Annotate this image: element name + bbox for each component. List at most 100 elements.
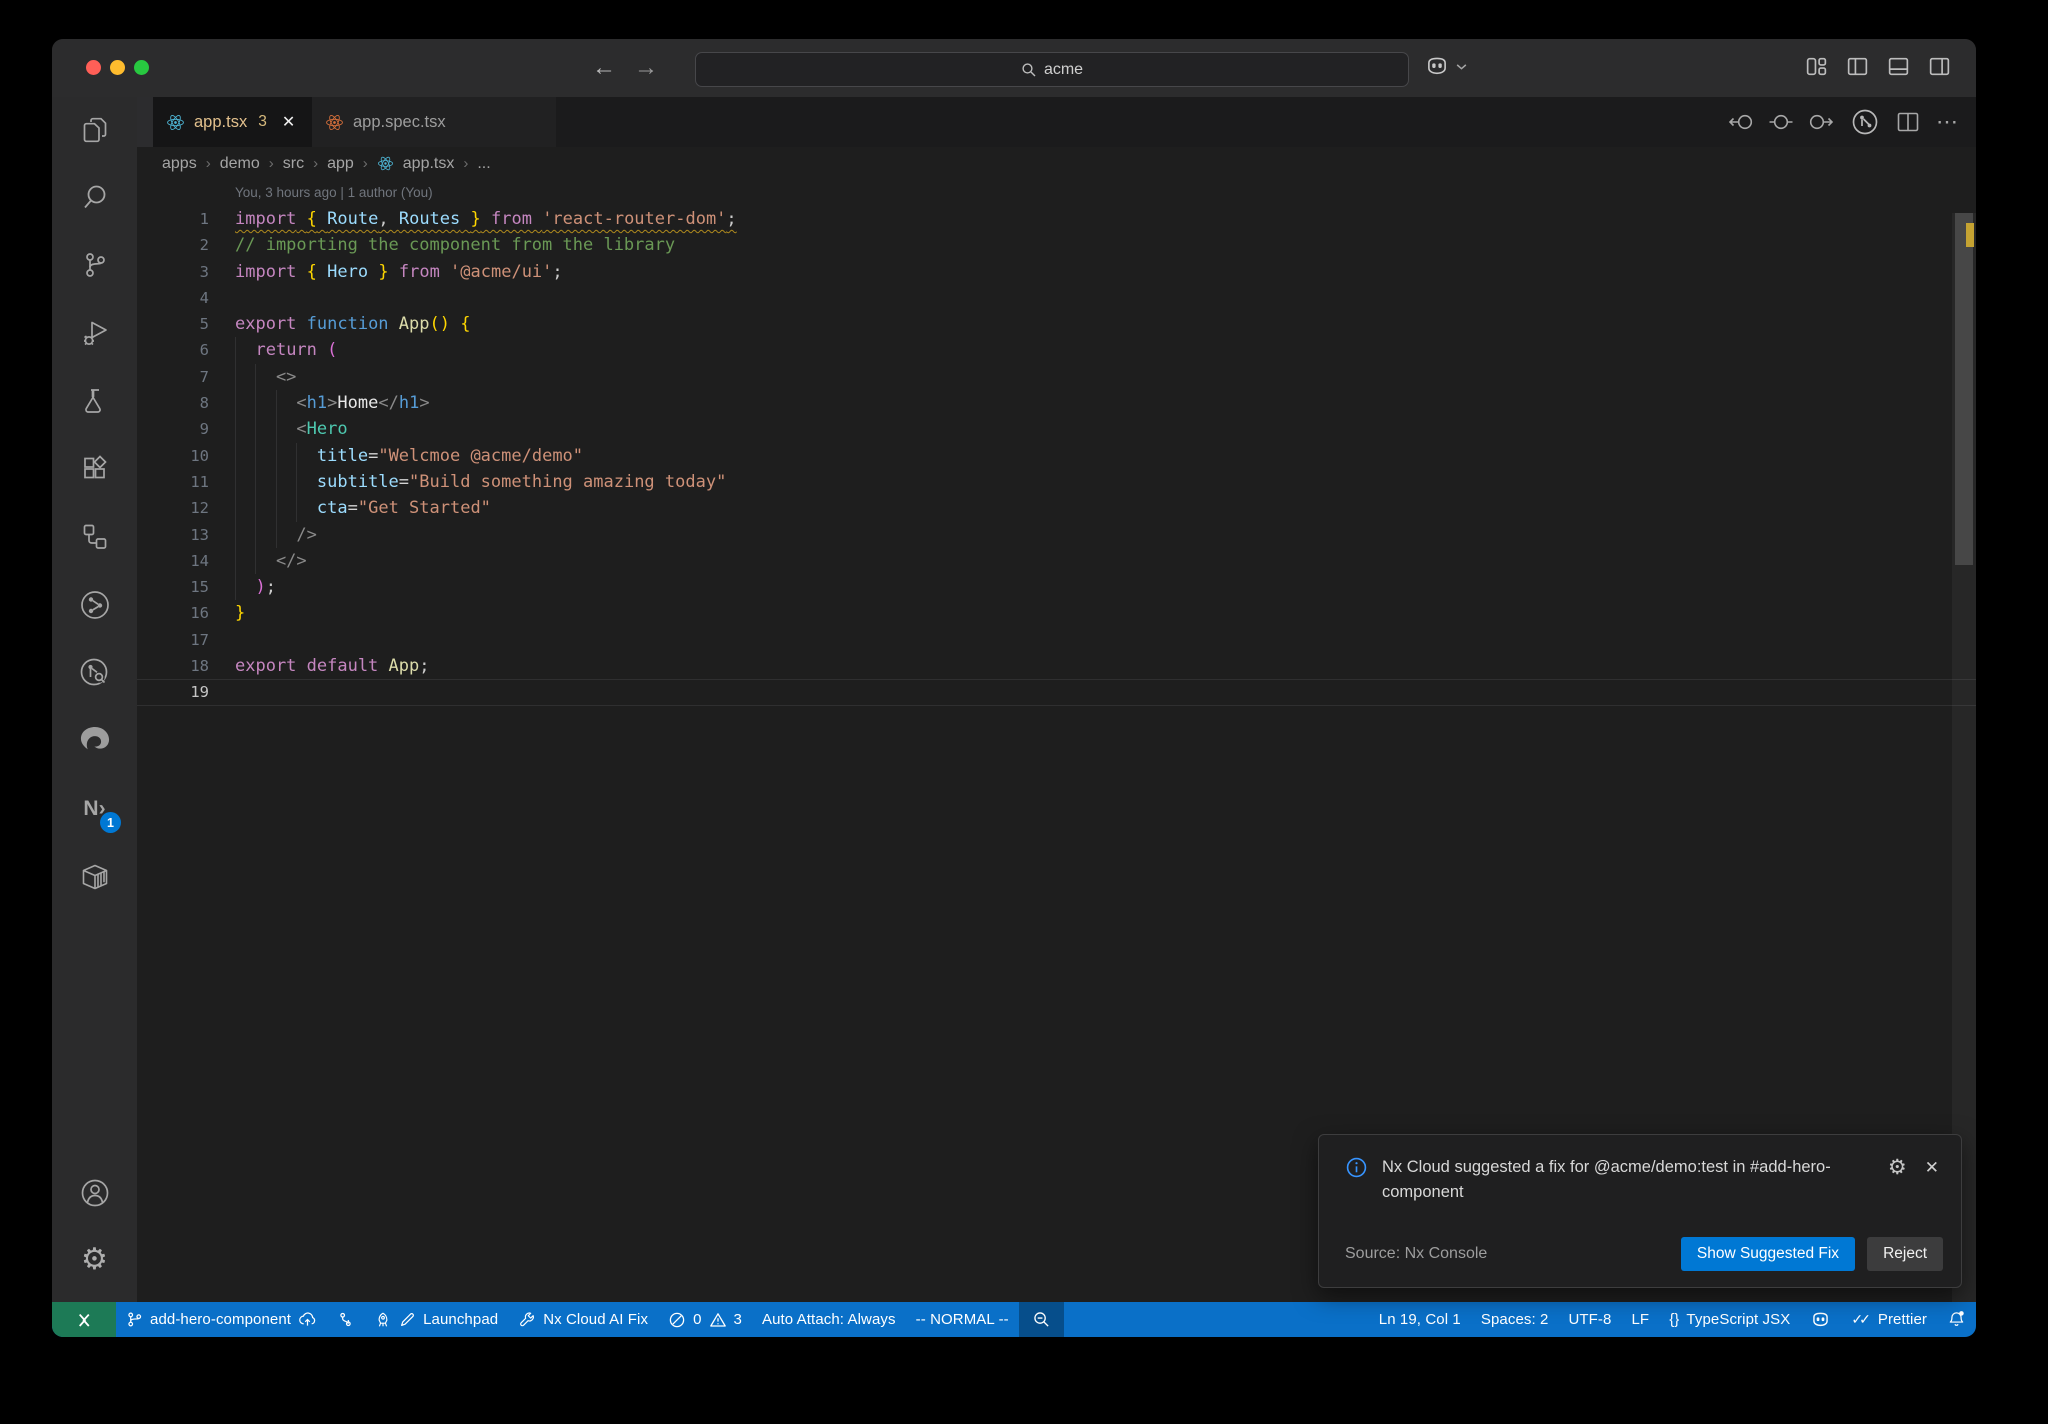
tab-app-spec-tsx[interactable]: app.spec.tsx — [312, 97, 556, 147]
sidebar-item-search[interactable] — [52, 163, 137, 231]
account-icon — [79, 1177, 111, 1209]
indent-guide — [255, 521, 257, 548]
vim-mode-status[interactable]: -- NORMAL -- — [906, 1302, 1019, 1337]
bell-icon — [1947, 1310, 1966, 1329]
code-content: } — [235, 603, 246, 624]
formatter-status[interactable]: ✓✓ Prettier — [1841, 1302, 1937, 1337]
indent-guide — [255, 468, 257, 496]
nav-dot-circle-icon[interactable] — [1768, 109, 1794, 135]
files-icon — [79, 114, 111, 146]
history-back-button[interactable]: ← — [592, 54, 616, 82]
sidebar-item-nx-console[interactable]: N› 1 — [52, 775, 137, 843]
toggle-secondary-sidebar-icon[interactable] — [1927, 54, 1952, 79]
sidebar-item-run-debug[interactable] — [52, 299, 137, 367]
sidebar-item-nx-cloud[interactable] — [52, 639, 137, 707]
toggle-panel-icon[interactable] — [1886, 54, 1911, 79]
indent-guide — [275, 442, 277, 469]
indent-guide — [235, 521, 236, 548]
minimize-window-button[interactable] — [110, 60, 125, 75]
remote-indicator[interactable] — [52, 1302, 116, 1337]
code-line-14[interactable]: 14 </> — [137, 547, 1976, 575]
cursor-position-status[interactable]: Ln 19, Col 1 — [1369, 1302, 1471, 1337]
sidebar-item-nx-graph[interactable] — [52, 571, 137, 639]
settings-button[interactable]: ⚙ — [52, 1226, 137, 1294]
editor-actions: ⋯ — [1727, 105, 1958, 139]
code-line-10[interactable]: 10 title="Welcmoe @acme/demo" — [137, 442, 1976, 469]
code-line-16[interactable]: 16} — [137, 600, 1976, 626]
warning-icon — [709, 1311, 727, 1329]
line-number: 2 — [199, 236, 209, 255]
git-branch-status[interactable]: add-hero-component — [116, 1302, 327, 1337]
show-suggested-fix-button[interactable]: Show Suggested Fix — [1680, 1237, 1856, 1271]
auto-attach-status[interactable]: Auto Attach: Always — [752, 1302, 906, 1337]
language-mode-status[interactable]: {} TypeScript JSX — [1659, 1302, 1800, 1337]
notifications-status[interactable] — [1937, 1302, 1976, 1337]
copilot-menu[interactable] — [1424, 53, 1468, 79]
git-graph-status[interactable] — [327, 1302, 364, 1337]
toggle-primary-sidebar-icon[interactable] — [1845, 54, 1870, 79]
sidebar-item-testing[interactable] — [52, 367, 137, 435]
breadcrumb-item[interactable]: src — [283, 155, 304, 173]
run-graph-circle-icon[interactable] — [1850, 107, 1880, 137]
code-line-11[interactable]: 11 subtitle="Build something amazing tod… — [137, 468, 1976, 496]
breadcrumb-overflow[interactable]: ... — [477, 155, 490, 173]
code-line-15[interactable]: 15 ); — [137, 574, 1976, 601]
code-line-6[interactable]: 6 return ( — [137, 337, 1976, 364]
sidebar-item-source-control[interactable] — [52, 231, 137, 299]
close-window-button[interactable] — [86, 60, 101, 75]
command-center-search[interactable]: acme — [695, 52, 1409, 87]
nav-back-circle-icon[interactable] — [1727, 109, 1753, 135]
code-line-5[interactable]: 5 export function App() { — [137, 311, 1976, 337]
breadcrumb-file[interactable]: app.tsx — [403, 155, 455, 173]
eol-status[interactable]: LF — [1621, 1302, 1659, 1337]
code-line-4[interactable]: 4 — [137, 285, 1976, 311]
code-line-17[interactable]: 17 — [137, 627, 1976, 653]
code-line-7[interactable]: 7 <> — [137, 363, 1976, 391]
sidebar-item-extensions[interactable] — [52, 435, 137, 503]
indent-guide — [235, 363, 236, 391]
code-content: // importing the component from the libr… — [235, 235, 676, 256]
notification-close-icon[interactable]: ✕ — [1925, 1158, 1939, 1178]
account-button[interactable] — [52, 1160, 137, 1226]
scrollbar-thumb[interactable] — [1955, 213, 1973, 565]
sidebar-item-containers[interactable] — [52, 843, 137, 911]
chevron-down-icon — [1455, 60, 1468, 73]
sidebar-item-references[interactable] — [52, 503, 137, 571]
breadcrumb-item[interactable]: demo — [220, 155, 260, 173]
split-editor-icon[interactable] — [1895, 109, 1921, 135]
sidebar-item-explorer[interactable] — [52, 97, 137, 163]
code-line-3[interactable]: 3 import { Hero } from '@acme/ui'; — [137, 259, 1976, 285]
reject-button[interactable]: Reject — [1867, 1237, 1943, 1271]
code-line-8[interactable]: 8 <h1>Home</h1> — [137, 390, 1976, 417]
notification-settings-gear-icon[interactable]: ⚙ — [1888, 1155, 1907, 1180]
copilot-status[interactable] — [1800, 1302, 1841, 1337]
customize-layout-icon[interactable] — [1804, 54, 1829, 79]
code-line-19[interactable]: 19 — [137, 679, 1976, 705]
nx-cloud-fix-status[interactable]: Nx Cloud AI Fix — [508, 1302, 658, 1337]
indent-guide — [255, 495, 257, 522]
history-forward-button[interactable]: → — [634, 54, 658, 82]
code-line-1[interactable]: 1 import { Route, Routes } from 'react-ro… — [137, 206, 1976, 232]
breadcrumb-separator: › — [313, 155, 319, 172]
nav-forward-circle-icon[interactable] — [1809, 109, 1835, 135]
indentation-status[interactable]: Spaces: 2 — [1471, 1302, 1559, 1337]
code-content: <Hero — [235, 416, 1976, 443]
problems-status[interactable]: 0 3 — [658, 1302, 752, 1337]
breadcrumb-item[interactable]: app — [327, 155, 354, 173]
tab-app-tsx[interactable]: app.tsx 3 ✕ — [153, 97, 312, 147]
more-actions-icon[interactable]: ⋯ — [1936, 111, 1958, 133]
close-tab-icon[interactable]: ✕ — [282, 112, 295, 132]
encoding-status[interactable]: UTF-8 — [1558, 1302, 1621, 1337]
sidebar-item-edge-devtools[interactable] — [52, 707, 137, 775]
code-line-12[interactable]: 12 cta="Get Started" — [137, 495, 1976, 522]
package-cube-icon — [79, 861, 111, 893]
code-line-9[interactable]: 9 <Hero — [137, 416, 1976, 443]
breadcrumb-item[interactable]: apps — [162, 155, 197, 173]
indent-guide — [235, 442, 236, 469]
zoom-window-button[interactable] — [134, 60, 149, 75]
code-line-2[interactable]: 2 // importing the component from the lib… — [137, 232, 1976, 258]
zoom-out-status[interactable] — [1018, 1302, 1064, 1337]
launchpad-status[interactable]: Launchpad — [364, 1302, 508, 1337]
code-line-18[interactable]: 18 export default App; — [137, 653, 1976, 679]
code-line-13[interactable]: 13 /> — [137, 521, 1976, 548]
